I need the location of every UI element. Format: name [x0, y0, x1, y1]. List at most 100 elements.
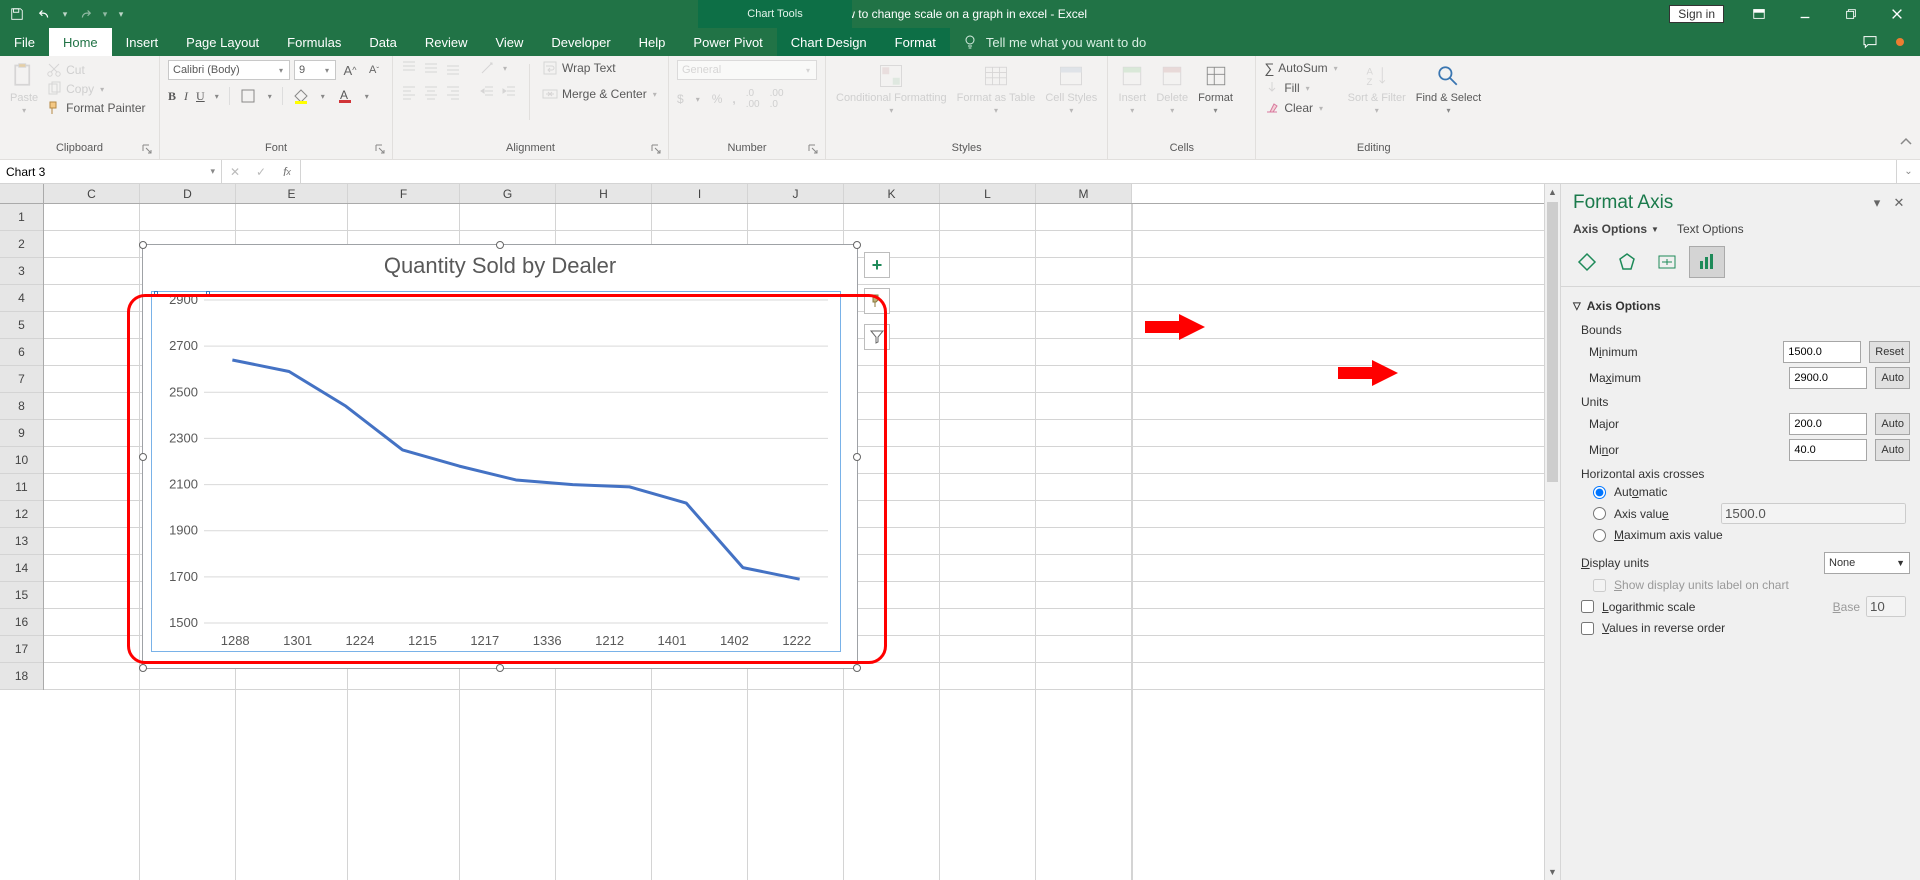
row-header[interactable]: 14 — [0, 555, 43, 582]
column-header[interactable]: F — [348, 184, 460, 203]
row-header[interactable]: 2 — [0, 231, 43, 258]
maximum-input[interactable] — [1789, 367, 1867, 389]
row-header[interactable]: 9 — [0, 420, 43, 447]
tab-page-layout[interactable]: Page Layout — [172, 28, 273, 56]
minimum-input[interactable] — [1783, 341, 1861, 363]
tab-chart-design[interactable]: Chart Design — [777, 28, 881, 56]
row-header[interactable]: 6 — [0, 339, 43, 366]
restore-icon[interactable] — [1828, 0, 1874, 28]
section-axis-options[interactable]: ▽Axis Options — [1573, 295, 1910, 317]
save-icon[interactable] — [4, 1, 30, 27]
tab-review[interactable]: Review — [411, 28, 482, 56]
reverse-order-check[interactable]: Values in reverse order — [1581, 621, 1910, 635]
pane-tab-text-options[interactable]: Text Options — [1677, 222, 1744, 236]
column-header[interactable]: C — [44, 184, 140, 203]
row-header[interactable]: 8 — [0, 393, 43, 420]
pane-tab-axis-options[interactable]: Axis Options▼ — [1573, 222, 1659, 236]
tell-me-search[interactable]: Tell me what you want to do — [950, 28, 1158, 56]
row-header[interactable]: 11 — [0, 474, 43, 501]
expand-formula-bar-icon[interactable]: ⌄ — [1896, 160, 1920, 183]
tab-developer[interactable]: Developer — [537, 28, 624, 56]
column-header[interactable]: G — [460, 184, 556, 203]
underline-button[interactable]: U — [196, 89, 205, 104]
scroll-down-icon[interactable]: ▼ — [1545, 864, 1560, 880]
size-category-icon[interactable] — [1649, 246, 1685, 278]
tab-formulas[interactable]: Formulas — [273, 28, 355, 56]
row-header[interactable]: 10 — [0, 447, 43, 474]
fill-color-icon[interactable] — [291, 86, 311, 106]
format-cells-button[interactable]: Format▾ — [1196, 60, 1235, 117]
increase-font-icon[interactable]: A^ — [340, 60, 360, 80]
fx-icon[interactable]: fx — [274, 161, 300, 183]
crosses-automatic-radio[interactable]: Automatic — [1593, 485, 1910, 499]
maximum-auto-button[interactable]: Auto — [1875, 367, 1910, 389]
redo-icon[interactable] — [72, 1, 98, 27]
minimize-icon[interactable] — [1782, 0, 1828, 28]
row-header[interactable]: 3 — [0, 258, 43, 285]
font-color-icon[interactable]: A — [335, 86, 355, 106]
column-header[interactable]: K — [844, 184, 940, 203]
formula-input[interactable] — [301, 160, 1896, 183]
decrease-font-icon[interactable]: Aˇ — [364, 60, 384, 80]
vertical-scrollbar[interactable]: ▲ ▼ — [1544, 184, 1560, 880]
row-header[interactable]: 17 — [0, 636, 43, 663]
column-header[interactable]: E — [236, 184, 348, 203]
find-select-button[interactable]: Find & Select▾ — [1414, 60, 1483, 117]
cancel-icon[interactable]: ✕ — [222, 161, 248, 183]
row-header[interactable]: 1 — [0, 204, 43, 231]
worksheet[interactable]: CDEFGHIJKLM 123456789101112131415161718 … — [0, 184, 1560, 880]
format-painter-button[interactable]: Format Painter — [46, 100, 145, 116]
tab-format[interactable]: Format — [881, 28, 950, 56]
chart-filters-button[interactable] — [864, 324, 890, 350]
row-header[interactable]: 5 — [0, 312, 43, 339]
scroll-thumb[interactable] — [1547, 202, 1558, 482]
qat-customize[interactable]: ▾ — [112, 9, 130, 20]
chart-title[interactable]: Quantity Sold by Dealer — [143, 245, 857, 283]
name-box[interactable]: Chart 3▾ — [0, 160, 222, 183]
collapse-ribbon-icon[interactable] — [1898, 134, 1914, 155]
crosses-axis-value-radio[interactable]: Axis value — [1593, 507, 1669, 521]
tab-power-pivot[interactable]: Power Pivot — [679, 28, 776, 56]
plot-area[interactable]: 2900270025002300210019001700150012881301… — [151, 291, 841, 652]
minimum-reset-button[interactable]: Reset — [1869, 341, 1910, 363]
major-input[interactable] — [1789, 413, 1867, 435]
close-icon[interactable] — [1874, 0, 1920, 28]
column-header[interactable]: H — [556, 184, 652, 203]
effects-category-icon[interactable] — [1609, 246, 1645, 278]
tab-data[interactable]: Data — [355, 28, 410, 56]
chart-styles-button[interactable] — [864, 288, 890, 314]
clear-button[interactable]: Clear▾ — [1264, 100, 1339, 116]
alignment-launcher-icon[interactable] — [649, 142, 663, 156]
row-header[interactable]: 4 — [0, 285, 43, 312]
column-header[interactable]: L — [940, 184, 1036, 203]
font-launcher-icon[interactable] — [373, 142, 387, 156]
column-header[interactable]: J — [748, 184, 844, 203]
tab-help[interactable]: Help — [625, 28, 680, 56]
notification-dot[interactable] — [1896, 38, 1904, 46]
crosses-maximum-radio[interactable]: Maximum axis value — [1593, 528, 1910, 542]
minor-input[interactable] — [1789, 439, 1867, 461]
bold-button[interactable]: B — [168, 89, 176, 104]
scroll-up-icon[interactable]: ▲ — [1545, 184, 1560, 200]
embedded-chart[interactable]: Quantity Sold by Dealer 2900270025002300… — [142, 244, 858, 669]
row-header[interactable]: 16 — [0, 609, 43, 636]
close-pane-icon[interactable]: ✕ — [1888, 192, 1910, 214]
sign-in-button[interactable]: Sign in — [1669, 5, 1724, 23]
fill-line-category-icon[interactable] — [1569, 246, 1605, 278]
font-name-combo[interactable]: Calibri (Body)▾ — [168, 60, 290, 80]
log-scale-check[interactable]: Logarithmic scale — [1581, 600, 1695, 614]
tab-file[interactable]: File — [0, 28, 49, 56]
undo-icon[interactable] — [32, 1, 58, 27]
axis-options-category-icon[interactable] — [1689, 246, 1725, 278]
border-icon[interactable] — [238, 86, 258, 106]
row-header[interactable]: 12 — [0, 501, 43, 528]
task-pane-options-icon[interactable]: ▾ — [1866, 192, 1888, 214]
major-auto-button[interactable]: Auto — [1875, 413, 1910, 435]
tab-view[interactable]: View — [481, 28, 537, 56]
font-size-combo[interactable]: 9▾ — [294, 60, 336, 80]
comments-icon[interactable] — [1862, 34, 1878, 50]
row-header[interactable]: 13 — [0, 528, 43, 555]
redo-dropdown[interactable]: ▾ — [100, 9, 110, 20]
italic-button[interactable]: I — [184, 89, 188, 104]
select-all-corner[interactable] — [0, 184, 44, 203]
